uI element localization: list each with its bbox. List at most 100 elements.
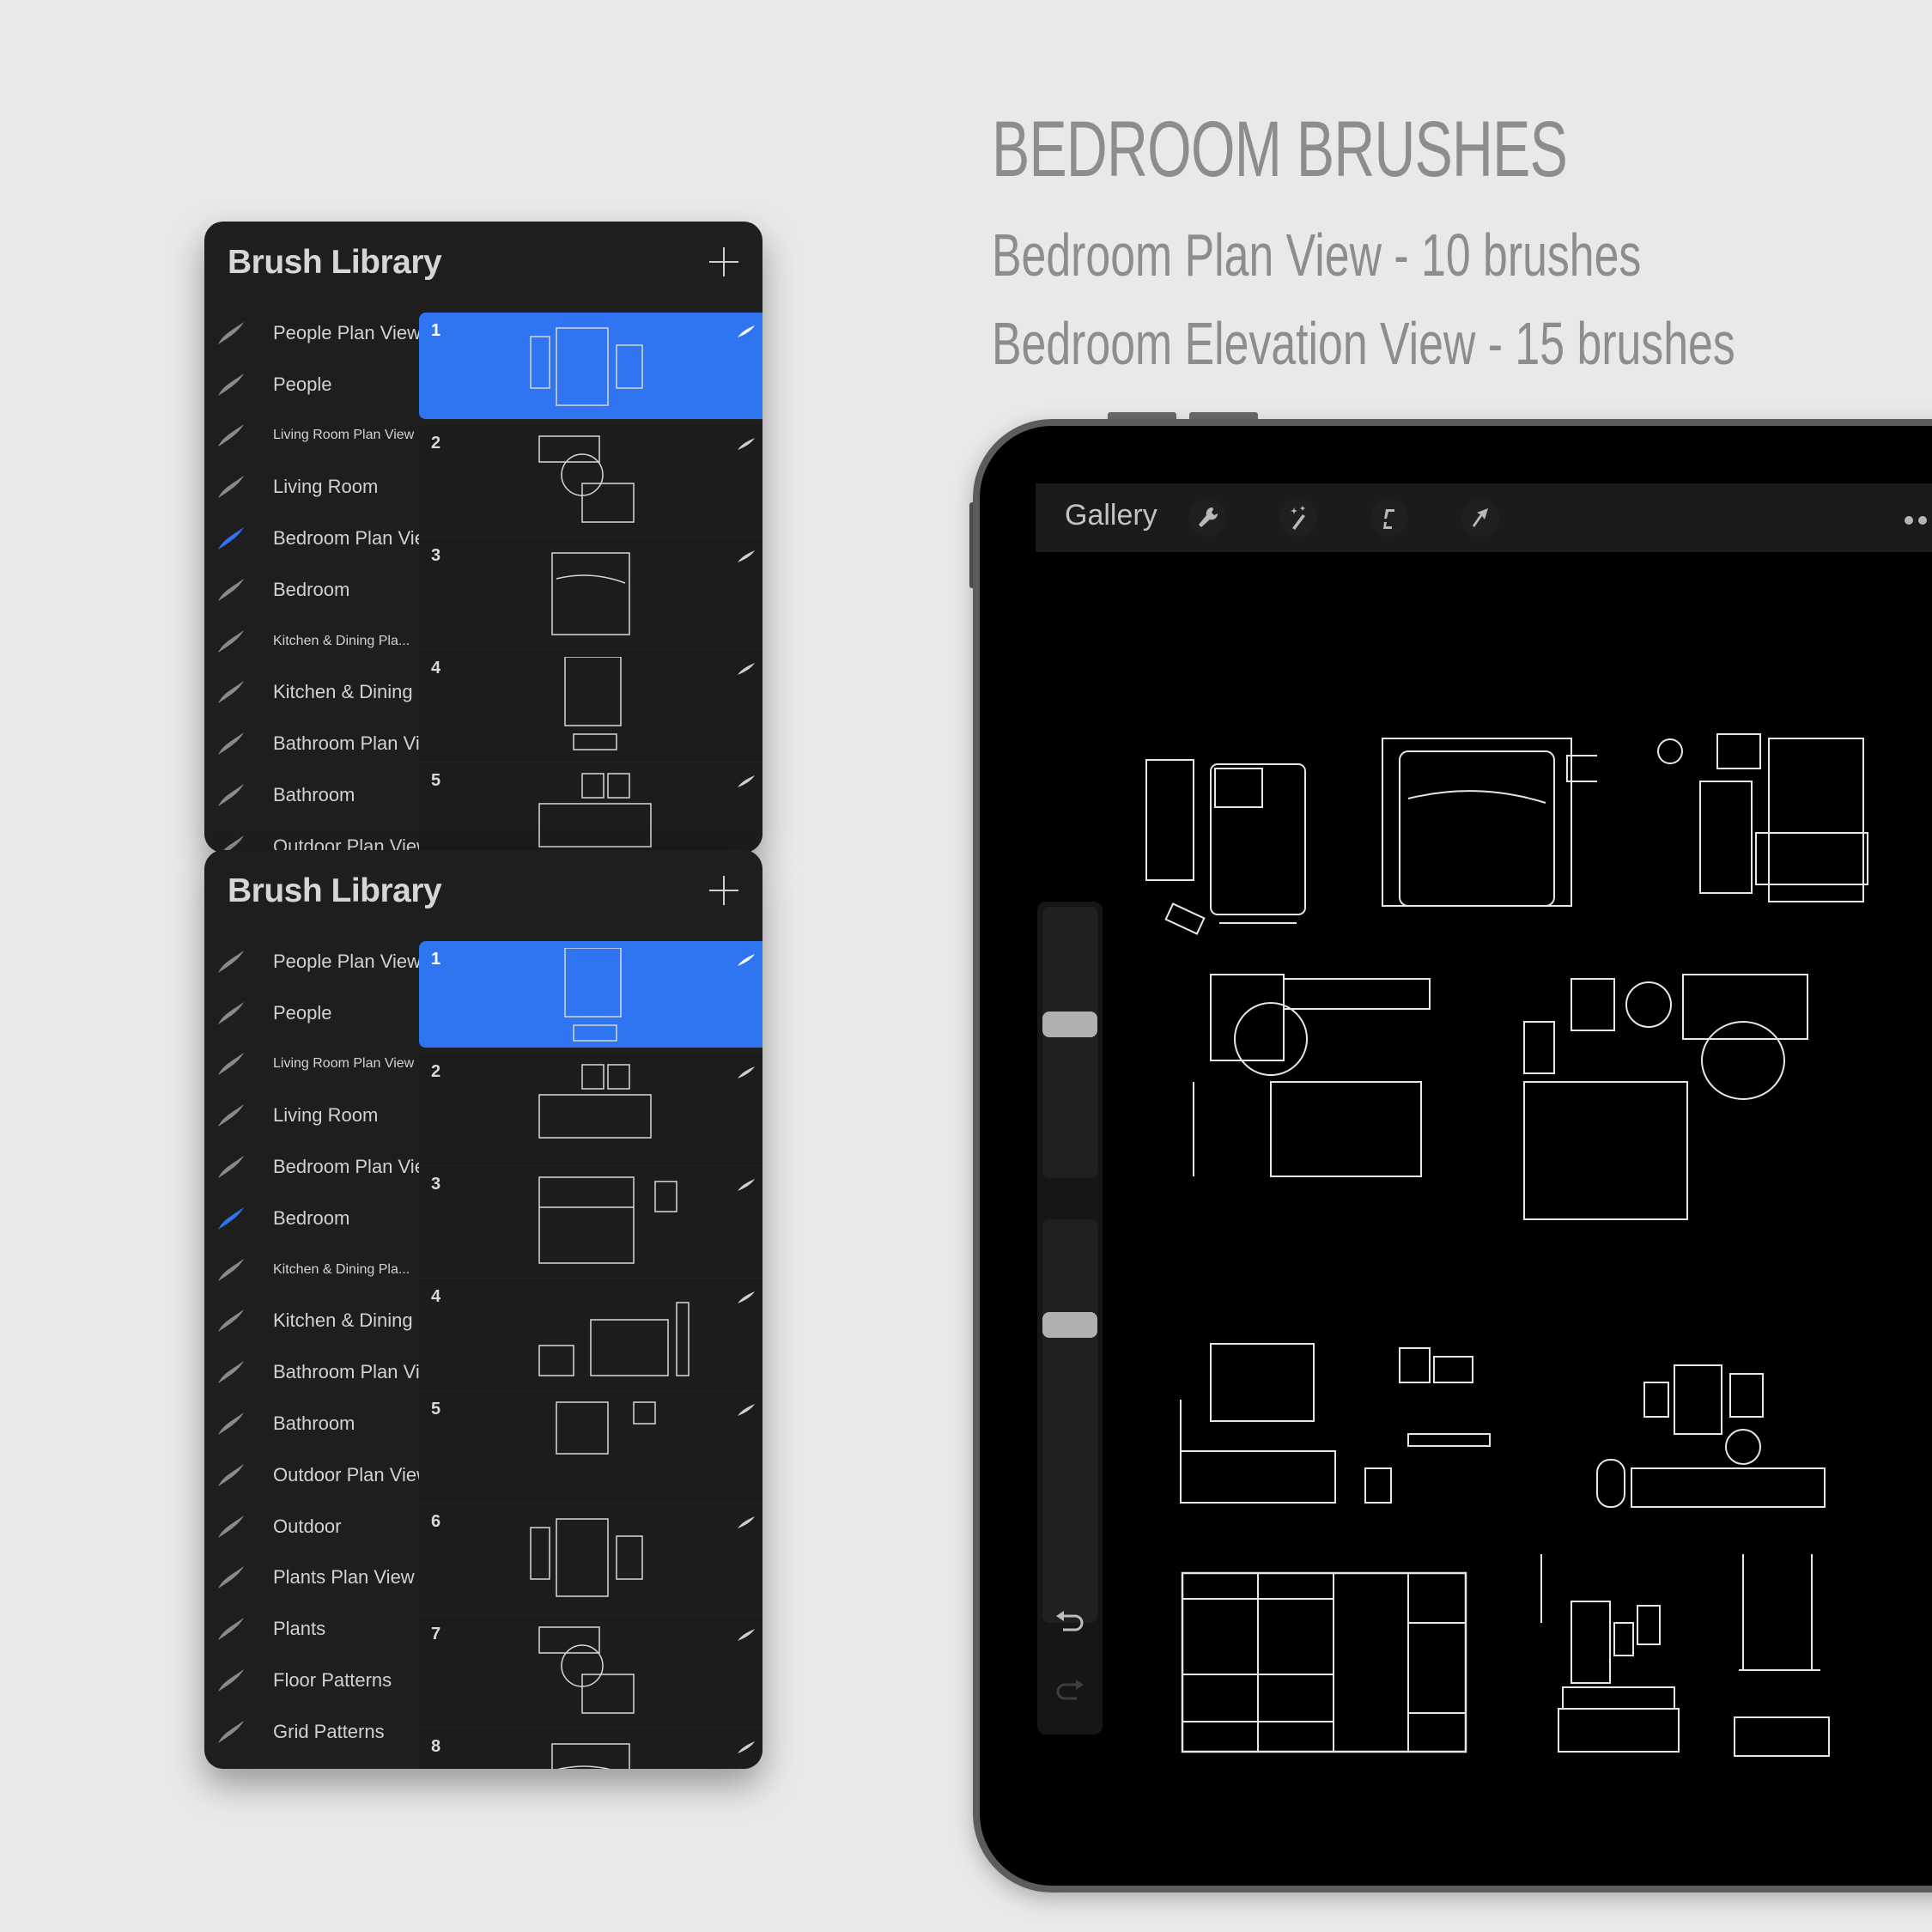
brush-set-label: Kitchen & Dining Pla... [273,1261,410,1277]
opacity-slider[interactable] [1042,1219,1097,1623]
brush-set-item[interactable]: Bathroom Plan View [204,1346,444,1398]
brush-set-item[interactable]: Kitchen & Dining Pla... [204,616,419,667]
brush-stroke-icon [216,422,246,448]
brush-set-item[interactable]: Bathroom [204,769,419,821]
undo-icon[interactable] [1053,1606,1087,1637]
brush-set-item[interactable]: Bedroom [204,564,419,616]
opacity-thumb[interactable] [1042,1312,1097,1338]
brush-item[interactable]: 6 [419,1504,762,1616]
brush-number: 3 [431,546,441,565]
plan-view-count: Bedroom Plan View - 10 brushes [992,222,1642,289]
magic-wand-icon[interactable] [1279,499,1317,537]
brush-set-item[interactable]: Kitchen & Dining [204,1296,419,1347]
brush-set-item[interactable]: Outdoor [204,1501,419,1552]
brush-set-item[interactable]: People Plan View [204,307,422,359]
brush-library-panel: Brush Library People Plan View People Livi… [204,850,762,1769]
brush-stroke-icon [216,1719,246,1745]
page-headline: BEDROOM BRUSHES [992,106,1568,193]
brush-set-item[interactable]: Bedroom Plan View [204,513,439,564]
canvas-drawing-bed-desk-chair-plan [1520,970,1820,1232]
brush-preview [505,1735,677,1769]
brush-set-label: Plants [273,1618,326,1640]
brush-set-item[interactable]: Living Room [204,461,419,513]
brush-set-item[interactable]: Grid Patterns [204,1706,419,1758]
brush-item[interactable]: 1 [419,313,762,420]
brush-set-item[interactable]: Kitchen & Dining Pla... [204,1244,419,1296]
brush-stroke-icon [737,662,756,676]
brush-library-panel: Brush Library People Plan View People Livi… [204,222,762,853]
redo-icon[interactable] [1053,1674,1087,1705]
brush-set-item[interactable]: People [204,359,419,410]
brush-item[interactable]: 2 [419,425,762,538]
brush-set-item[interactable]: Plants [204,1603,419,1655]
brush-number: 5 [431,1400,441,1419]
brush-set-item[interactable]: Bathroom [204,1398,419,1449]
brush-set-label: People Plan View [273,321,422,343]
brush-set-item[interactable]: Outdoor Plan View [204,1449,430,1501]
brush-set-label: Grid Patterns [273,1720,385,1742]
brush-item[interactable]: 2 [419,1054,762,1166]
brush-stroke-icon [216,1514,246,1540]
brush-item[interactable]: 1 [419,941,762,1048]
brush-set-label: Kitchen & Dining Pla... [273,633,410,648]
canvas-drawing-bed-artwork-plant-desk-elevation [1176,1340,1494,1516]
brush-list: 1 2 3 4 5 6 7 8 [419,941,762,1769]
brush-stroke-icon [216,1411,246,1437]
brush-item[interactable]: 4 [419,650,762,762]
brush-stroke-icon [216,320,246,346]
brush-set-item[interactable]: Living Room Plan View [204,1039,419,1091]
panel-title: Brush Library [228,244,442,281]
brush-item[interactable]: 8 [419,1728,762,1769]
brush-set-label: Outdoor [273,1515,342,1537]
brush-item[interactable]: 5 [419,1391,762,1504]
brush-set-item[interactable]: Bathroom Plan View [204,718,444,769]
brush-set-item[interactable]: Living Room [204,1090,419,1141]
brush-item[interactable]: 3 [419,538,762,650]
brush-set-label: Floor Patterns [273,1669,392,1692]
wrench-icon[interactable] [1188,499,1226,537]
brush-stroke-icon [216,1103,246,1128]
brush-number: 4 [431,659,441,677]
brush-stroke-icon [737,1628,756,1642]
brush-preview [505,1173,677,1267]
more-dots-icon[interactable] [1903,516,1932,526]
brush-set-item[interactable]: Bedroom [204,1193,419,1244]
brush-preview [505,656,677,751]
brush-number: 4 [431,1287,441,1306]
brush-stroke-icon [216,679,246,705]
brush-preview [505,1623,677,1717]
brush-set-label: Bathroom [273,1413,355,1435]
add-set-button[interactable] [709,247,738,276]
brush-size-slider[interactable] [1042,907,1097,1178]
brush-size-thumb[interactable] [1042,1012,1097,1037]
brush-item[interactable]: 5 [419,762,762,853]
brush-set-label: Living Room [273,1104,379,1127]
brush-set-item[interactable]: Bedroom Plan View [204,1141,439,1193]
brush-set-item[interactable]: Plants Plan View [204,1552,419,1604]
brush-number: 2 [431,434,441,453]
brush-number: 1 [431,950,441,969]
brush-number: 6 [431,1512,441,1531]
brush-preview [505,1060,677,1155]
selection-icon[interactable] [1370,499,1408,537]
brush-stroke-icon [216,1051,246,1077]
add-set-button[interactable] [709,876,738,905]
brush-item[interactable]: 4 [419,1279,762,1391]
brush-set-item[interactable]: People [204,987,419,1039]
transform-arrow-icon[interactable] [1461,499,1499,537]
brush-item[interactable]: 7 [419,1616,762,1728]
brush-set-item[interactable]: Outdoor Plan View [204,821,430,853]
brush-set-item[interactable]: Kitchen & Dining [204,667,419,719]
canvas[interactable] [1108,558,1932,1846]
brush-set-label: Bedroom Plan View [273,527,439,550]
canvas-drawing-wardrobe-elevation [1181,1571,1468,1760]
brush-set-list: People Plan View People Living Room Plan V… [204,936,444,1758]
brush-stroke-icon [737,953,756,967]
brush-set-item[interactable]: People Plan View [204,936,421,987]
brush-item[interactable]: 3 [419,1166,762,1279]
brush-set-item[interactable]: Floor Patterns [204,1655,419,1706]
brush-set-item[interactable]: Living Room Plan View [204,410,419,462]
brush-stroke-icon [216,782,246,808]
gallery-button[interactable]: Gallery [1065,499,1157,532]
brush-stroke-icon [216,526,246,551]
